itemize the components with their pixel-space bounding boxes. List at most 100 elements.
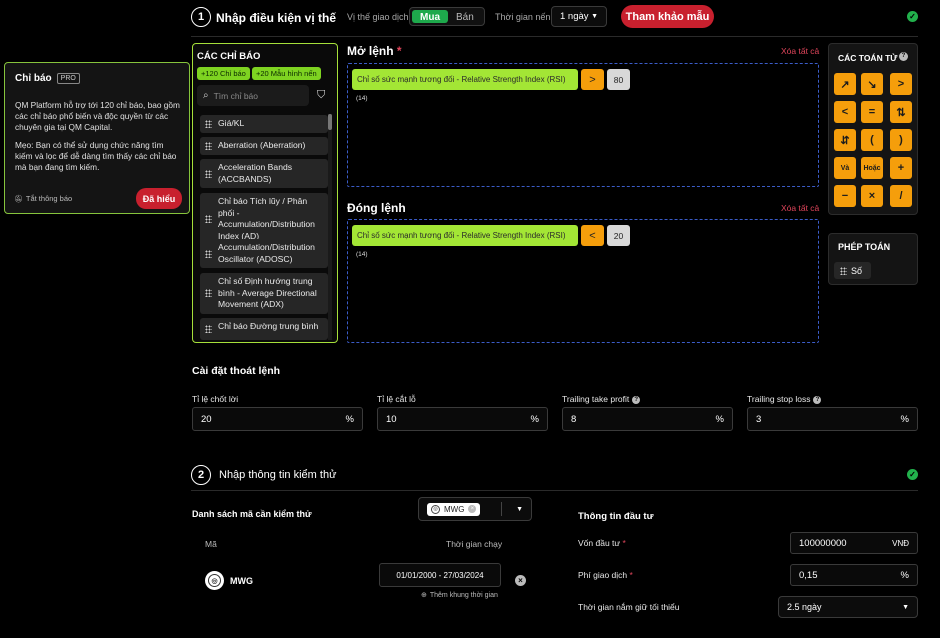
date-range-input[interactable]: 01/01/2000 - 27/03/2024 — [379, 563, 501, 587]
tooltip-tip: Mẹo: Bạn có thể sử dụng chức năng tìm ki… — [15, 140, 177, 172]
indicator-item[interactable]: Chỉ báo Đường trung bình — [200, 318, 328, 340]
stock-logo-icon: ◎ — [431, 504, 440, 514]
or-operator[interactable]: Hoặc — [861, 157, 883, 179]
filter-icon[interactable]: ⛉ — [317, 89, 325, 102]
drag-handle-icon[interactable] — [205, 215, 212, 223]
indicator-search[interactable]: ⌕ Tìm chỉ báo — [197, 85, 309, 106]
open-rule-indicator-chip[interactable]: Chỉ số sức mạnh tương đối - Relative Str… — [352, 69, 578, 90]
drag-handle-icon[interactable] — [205, 325, 212, 333]
close-rule-param: (14) — [356, 251, 368, 258]
indicator-item[interactable]: Giá/KL — [200, 115, 328, 133]
remove-tag-icon[interactable]: × — [468, 505, 477, 513]
greater-than-operator[interactable]: > — [890, 73, 912, 95]
open-rule-operator-chip[interactable]: > — [581, 69, 604, 90]
indicator-item[interactable]: Accumulation/Distribution Oscillator (AD… — [200, 239, 328, 268]
candle-pattern-tag: +20 Mẫu hình nến — [252, 67, 321, 80]
drag-handle-icon[interactable] — [205, 119, 212, 128]
scrollbar-track[interactable] — [328, 114, 332, 340]
investment-title: Thông tin đầu tư — [578, 511, 654, 522]
hold-time-select[interactable]: 2.5 ngày ▼ — [778, 596, 918, 618]
open-paren-operator[interactable]: ( — [861, 129, 883, 151]
increasing-operator[interactable]: ⇅ — [890, 101, 912, 123]
scrollbar-thumb[interactable] — [328, 114, 332, 130]
dismiss-notification[interactable]: 🔕︎ Tắt thông báo — [14, 194, 72, 203]
drag-handle-icon[interactable] — [205, 141, 212, 150]
crosses-below-operator[interactable]: ↘ — [861, 73, 883, 95]
decreasing-operator[interactable]: ⇵ — [834, 129, 856, 151]
step-1-title: Nhập điều kiện vị thế — [216, 11, 337, 25]
close-paren-operator[interactable]: ) — [890, 129, 912, 151]
drag-handle-icon[interactable] — [205, 289, 212, 298]
stock-logo-icon: ◎ — [205, 571, 224, 590]
take-profit-label: Tỉ lệ chốt lời — [192, 394, 239, 404]
drag-handle-icon[interactable] — [205, 169, 212, 178]
ticker-select[interactable]: ◎ MWG × ▼ — [418, 497, 532, 521]
hold-time-label: Thời gian nắm giữ tối thiểu — [578, 602, 680, 612]
percent-unit: % — [345, 413, 354, 425]
position-buy-option[interactable]: Mua — [412, 10, 448, 23]
take-profit-input[interactable]: 20 % — [192, 407, 363, 431]
info-icon[interactable]: ? — [632, 396, 641, 404]
drag-handle-icon[interactable] — [840, 266, 847, 275]
got-it-button[interactable]: Đã hiểu — [136, 188, 182, 209]
add-timeframe-label: Thêm khung thời gian — [429, 591, 498, 599]
close-rule-operator-chip[interactable]: < — [581, 225, 604, 246]
indicator-item[interactable]: Acceleration Bands (ACCBANDS) — [200, 159, 328, 188]
chevron-down-icon: ▼ — [591, 13, 598, 20]
chevron-down-icon[interactable]: ▼ — [516, 506, 523, 513]
remove-row-icon[interactable]: × — [515, 575, 526, 586]
number-chip[interactable]: Số — [834, 262, 871, 279]
trailing-stop-loss-label: Trailing stop loss? — [747, 394, 822, 404]
search-icon: ⌕ — [203, 90, 209, 101]
required-mark: * — [396, 44, 402, 58]
indicator-count-tag: +120 Chỉ báo — [197, 67, 250, 80]
add-timeframe-link[interactable]: ⊕ Thêm khung thời gian — [421, 591, 498, 600]
less-than-operator[interactable]: < — [834, 101, 856, 123]
crosses-above-operator[interactable]: ↗ — [834, 73, 856, 95]
reference-template-button[interactable]: Tham khảo mẫu — [621, 5, 714, 28]
number-chip-label: Số — [851, 265, 863, 276]
indicator-label: Chỉ báo Tích lũy / Phân phối - Accumulat… — [218, 196, 315, 241]
trailing-take-profit-value: 8 — [571, 413, 577, 425]
chevron-down-icon: ▼ — [902, 603, 909, 611]
indicator-item[interactable]: Chỉ số Định hướng trung bình - Average D… — [200, 273, 328, 314]
close-rule-indicator-chip[interactable]: Chỉ số sức mạnh tương đối - Relative Str… — [352, 225, 578, 246]
trailing-stop-loss-input[interactable]: 3 % — [747, 407, 918, 431]
indicator-item[interactable]: Aberration (Aberration) — [200, 137, 328, 155]
clear-close-rule-link[interactable]: Xóa tất cả — [781, 203, 819, 213]
capital-input[interactable]: 100000000 VNĐ — [790, 532, 918, 554]
info-icon[interactable]: ? — [813, 396, 822, 404]
percent-unit: % — [900, 569, 909, 581]
indicator-label: Chỉ số Định hướng trung bình - Average D… — [218, 276, 317, 309]
minus-operator[interactable]: − — [834, 185, 856, 207]
indicator-item[interactable]: Chỉ báo Tích lũy / Phân phối - Accumulat… — [200, 193, 328, 245]
position-sell-option[interactable]: Bán — [448, 10, 482, 23]
operators-title: CÁC TOÁN TỬ — [838, 53, 898, 63]
open-rule-value-chip[interactable]: 80 — [607, 69, 630, 90]
timeframe-select[interactable]: 1 ngày ▼ — [551, 6, 607, 27]
stop-loss-input[interactable]: 10 % — [377, 407, 548, 431]
and-operator[interactable]: Và — [834, 157, 856, 179]
currency-unit: VNĐ — [892, 538, 909, 548]
divider — [191, 36, 918, 37]
percent-unit: % — [900, 413, 909, 425]
info-icon[interactable]: ? — [899, 52, 908, 61]
timeframe-label: Thời gian nến — [495, 12, 551, 22]
clear-open-rule-link[interactable]: Xóa tất cả — [781, 46, 819, 56]
row-ticker: MWG — [230, 576, 253, 586]
divide-operator[interactable]: / — [890, 185, 912, 207]
equals-operator[interactable]: = — [861, 101, 883, 123]
trailing-take-profit-input[interactable]: 8 % — [562, 407, 733, 431]
multiply-operator[interactable]: × — [861, 185, 883, 207]
step-2-badge: 2 — [191, 465, 211, 485]
drag-handle-icon[interactable] — [205, 249, 212, 258]
open-rule-title: Mở lệnh * — [347, 44, 402, 58]
search-placeholder: Tìm chỉ báo — [213, 90, 259, 101]
fee-input[interactable]: 0,15 % — [790, 564, 918, 586]
indicator-label: Chỉ báo Đường trung bình — [218, 321, 319, 331]
plus-operator[interactable]: + — [890, 157, 912, 179]
math-title: PHÉP TOÁN — [838, 242, 891, 252]
capital-label-text: Vốn đầu tư — [578, 538, 621, 548]
tooltip-title: Chỉ báo — [15, 73, 52, 84]
close-rule-value-chip[interactable]: 20 — [607, 225, 630, 246]
